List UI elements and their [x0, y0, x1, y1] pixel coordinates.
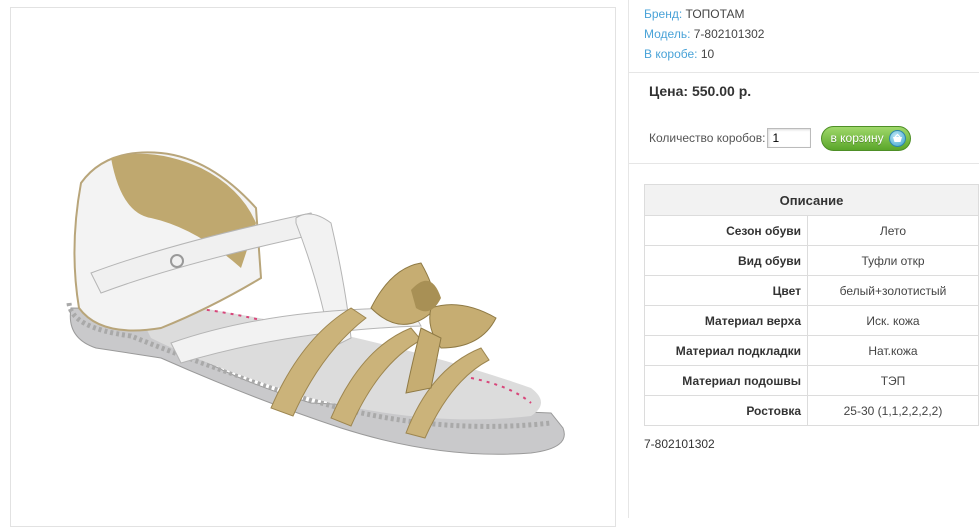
attr-value: Лето: [807, 215, 979, 246]
quantity-label: Количество коробов:: [649, 131, 766, 145]
divider: [628, 163, 979, 164]
attr-key: Ростовка: [644, 395, 808, 426]
divider: [628, 72, 979, 73]
product-photo-sandal: [66, 151, 565, 455]
description-title: Описание: [644, 184, 979, 216]
sku-footer: 7-802101302: [644, 437, 715, 451]
attr-key: Сезон обуви: [644, 215, 808, 246]
attr-key: Материал подошвы: [644, 365, 808, 396]
attr-value: Туфли откр: [807, 245, 979, 276]
attr-key: Материал подкладки: [644, 335, 808, 366]
table-row: Цвет белый+золотистый: [644, 275, 979, 306]
brand-value: ТОПОТАМ: [685, 7, 745, 21]
attr-value: 25-30 (1,1,2,2,2,2): [807, 395, 979, 426]
model-label[interactable]: Модель:: [644, 27, 690, 41]
table-row: Ростовка 25-30 (1,1,2,2,2,2): [644, 395, 979, 426]
add-to-cart-button[interactable]: в корзину: [821, 125, 911, 151]
attr-value: ТЭП: [807, 365, 979, 396]
basket-icon: [888, 129, 906, 147]
box-value: 10: [700, 47, 715, 61]
brand-label[interactable]: Бренд:: [644, 7, 682, 21]
attr-key: Вид обуви: [644, 245, 808, 276]
table-row: Сезон обуви Лето: [644, 215, 979, 246]
add-to-cart-label: в корзину: [830, 131, 884, 145]
attr-value: Нат.кожа: [807, 335, 979, 366]
attr-key: Цвет: [644, 275, 808, 306]
table-row: Материал верха Иск. кожа: [644, 305, 979, 336]
description-table: Описание Сезон обуви Лето Вид обуви Туфл…: [644, 184, 979, 426]
box-label[interactable]: В коробе:: [644, 47, 698, 61]
table-row: Материал подошвы ТЭП: [644, 365, 979, 396]
product-image-panel[interactable]: [10, 7, 616, 527]
attr-key: Материал верха: [644, 305, 808, 336]
price: Цена: 550.00 р.: [649, 83, 752, 99]
product-info: Бренд: ТОПОТАМ Модель: 7-802101302 В кор…: [628, 0, 979, 518]
table-row: Материал подкладки Нат.кожа: [644, 335, 979, 366]
model-value: 7-802101302: [693, 27, 765, 41]
quantity-row: Количество коробов: в корзину: [649, 124, 911, 152]
product-meta: Бренд: ТОПОТАМ Модель: 7-802101302 В кор…: [644, 4, 764, 64]
table-row: Вид обуви Туфли откр: [644, 245, 979, 276]
attr-value: белый+золотистый: [807, 275, 979, 306]
attr-value: Иск. кожа: [807, 305, 979, 336]
quantity-input[interactable]: [767, 128, 812, 148]
